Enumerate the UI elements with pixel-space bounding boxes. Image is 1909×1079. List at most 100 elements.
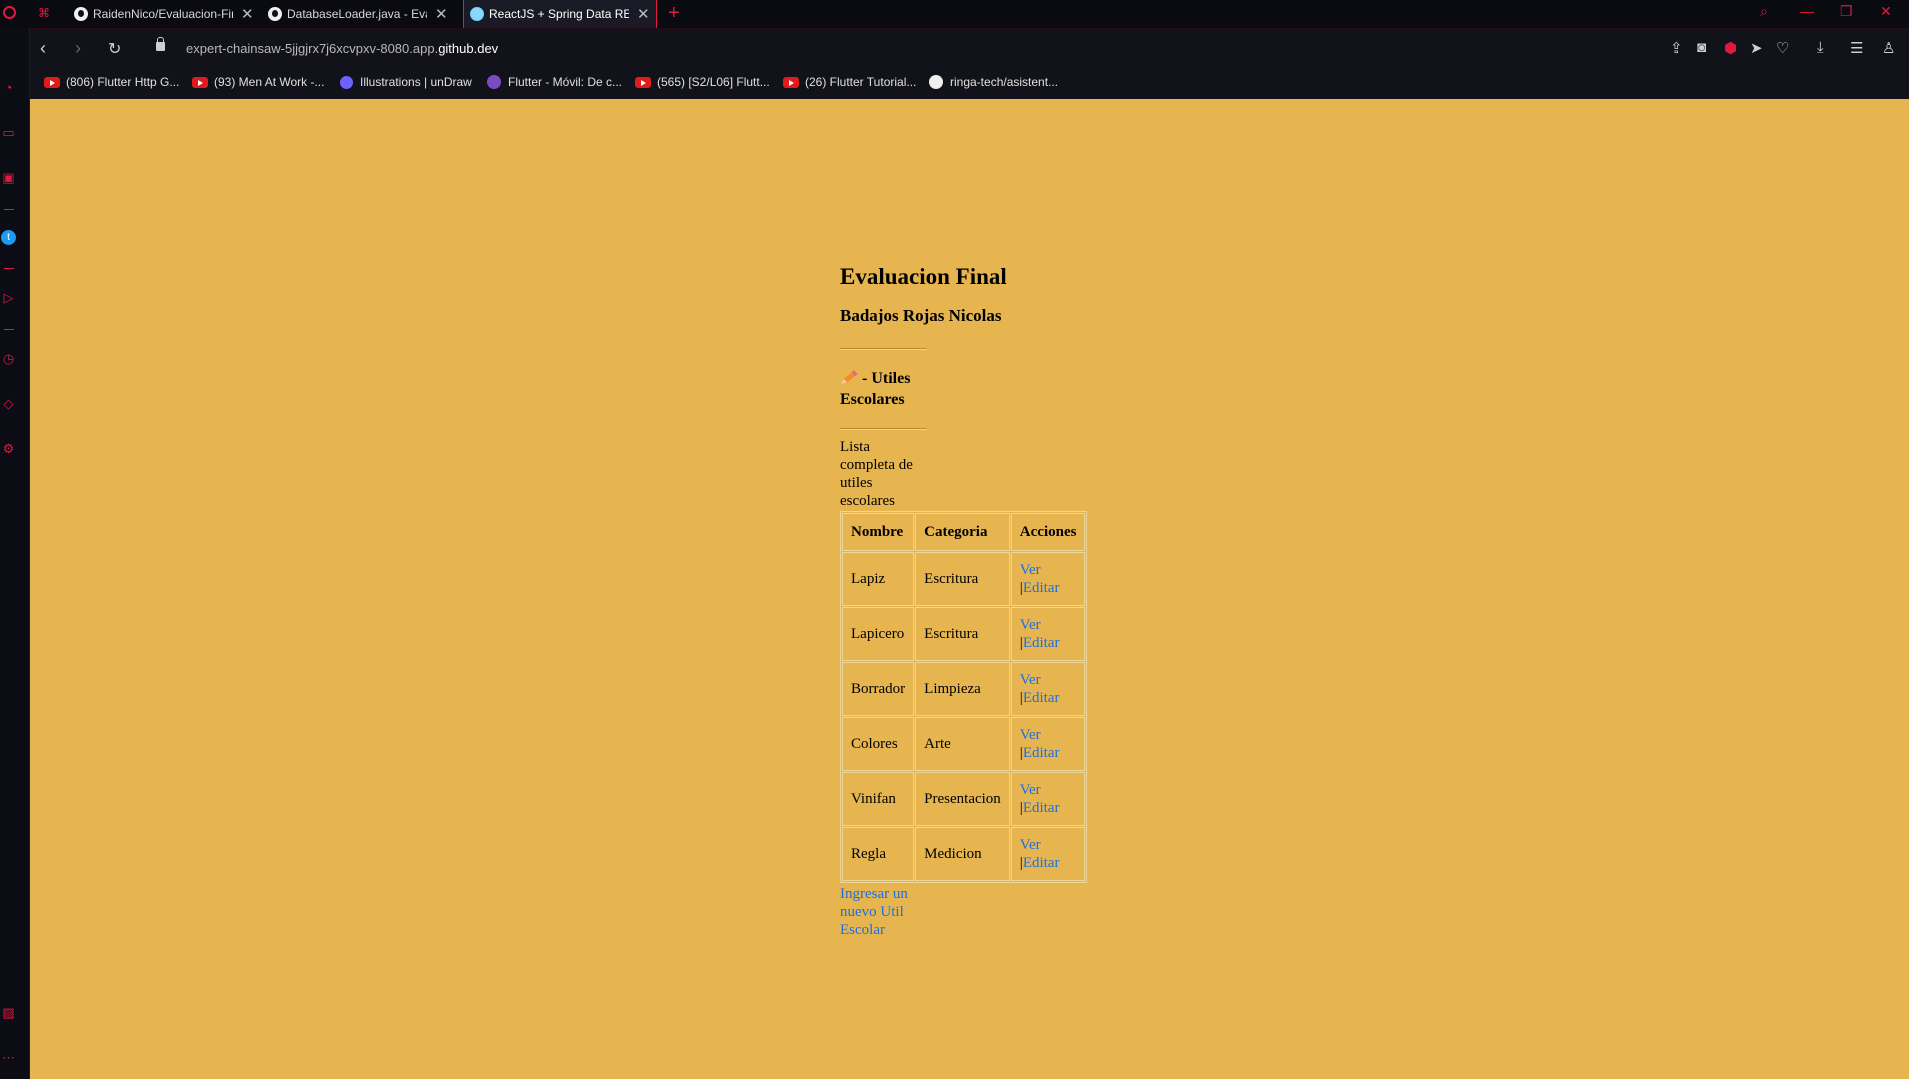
table-row: Colores Arte Ver |Editar [842, 717, 1086, 771]
ver-link[interactable]: Ver [1020, 837, 1041, 853]
tab-database-loader[interactable]: DatabaseLoader.java - Eval ✕ [262, 0, 460, 28]
bookmark-item[interactable]: Illustrations | unDraw [340, 75, 472, 89]
heart-icon[interactable]: ♡ [1776, 39, 1789, 57]
divider [840, 348, 926, 350]
tab-react-spring[interactable]: ReactJS + Spring Data REST ✕ [463, 0, 657, 28]
bookmark-item[interactable]: Flutter - Móvil: De c... [487, 75, 622, 89]
editar-link[interactable]: Editar [1023, 745, 1060, 761]
undraw-icon [340, 75, 353, 89]
page-title: Evaluacion Final [840, 264, 1007, 289]
profile-icon[interactable]: ♙ [1882, 39, 1895, 57]
ver-link[interactable]: Ver [1020, 727, 1041, 743]
lock-icon [156, 37, 165, 51]
bookmark-label: (93) Men At Work -... [214, 75, 325, 89]
gamepad-icon[interactable]: ⌘ [38, 6, 50, 20]
divider [840, 428, 926, 430]
table-body: Lapiz Escritura Ver |Editar Lapicero Escritur… [842, 552, 1086, 881]
add-util-link[interactable]: Ingresar un nuevo Util Escolar [840, 885, 920, 939]
forward-icon[interactable]: › [75, 38, 81, 59]
search-tabs-icon[interactable]: ⌕ [1760, 3, 1768, 20]
cell-acciones: Ver |Editar [1010, 552, 1086, 606]
cell-categoria: Limpieza [915, 662, 1010, 716]
bookmark-label: (806) Flutter Http G... [66, 75, 180, 89]
new-tab-button[interactable]: + [668, 2, 680, 25]
cell-nombre: Lapiz [842, 552, 915, 606]
youtube-icon [192, 76, 208, 88]
cell-nombre: Lapicero [842, 607, 915, 661]
opera-logo-icon[interactable] [3, 6, 16, 19]
close-icon[interactable]: ✕ [435, 5, 448, 23]
sidebar-separator [4, 268, 14, 269]
send-icon[interactable]: ➤ [1750, 39, 1763, 57]
cell-nombre: Borrador [842, 662, 915, 716]
editar-link[interactable]: Editar [1023, 855, 1060, 871]
restore-icon[interactable]: ❐ [1840, 3, 1853, 20]
address-bar: ‹ › ↻ expert-chainsaw-5jjgjrx7j6xcvpxv-8… [30, 29, 1909, 69]
wallpaper-icon[interactable]: ▨ [1, 1005, 16, 1020]
extensions-icon[interactable]: ◇ [1, 396, 16, 411]
share-icon[interactable]: ⇪ [1670, 39, 1683, 57]
cell-categoria: Presentacion [915, 772, 1010, 826]
close-window-icon[interactable]: ✕ [1880, 3, 1892, 20]
description: Lista completa de utiles escolares [840, 439, 913, 509]
cell-categoria: Medicion [915, 827, 1010, 881]
adblock-shield-icon[interactable]: ⬢ [1724, 39, 1737, 57]
editar-link[interactable]: Editar [1023, 800, 1060, 816]
bag-icon[interactable]: ▭ [1, 125, 16, 140]
back-icon[interactable]: ‹ [40, 38, 46, 59]
bookmark-label: Illustrations | unDraw [360, 75, 472, 89]
bookmark-label: (26) Flutter Tutorial... [805, 75, 917, 89]
bookmark-item[interactable]: (26) Flutter Tutorial... [783, 75, 916, 89]
player-icon[interactable]: ▷ [1, 290, 16, 305]
github-icon [268, 7, 282, 21]
table-row: Regla Medicion Ver |Editar [842, 827, 1086, 881]
bookmark-label: ringa-tech/asistent... [950, 75, 1059, 89]
reload-icon[interactable]: ↻ [108, 39, 121, 59]
utiles-table: Nombre Categoria Acciones Lapiz Escritura… [840, 511, 1088, 883]
close-icon[interactable]: ✕ [241, 5, 254, 23]
bookmark-item[interactable]: ringa-tech/asistent... [929, 75, 1058, 89]
bookmark-label: Flutter - Móvil: De c... [508, 75, 623, 89]
editar-link[interactable]: Editar [1023, 580, 1060, 596]
cell-nombre: Colores [842, 717, 915, 771]
tab-title: RaidenNico/Evaluacion-Fin [93, 7, 233, 21]
pencil-icon [841, 370, 858, 384]
cell-categoria: Escritura [915, 552, 1010, 606]
more-icon[interactable]: ⋯ [1, 1050, 16, 1065]
settings-icon[interactable]: ⚙ [1, 441, 16, 456]
editar-link[interactable]: Editar [1023, 635, 1060, 651]
url-field[interactable]: expert-chainsaw-5jjgjrx7j6xcvpxv-8080.ap… [186, 41, 498, 56]
camera-icon[interactable]: ◙ [1697, 39, 1706, 56]
main-content: Evaluacion Final Badajos Rojas Nicolas -… [840, 264, 1088, 939]
close-icon[interactable]: ✕ [637, 5, 650, 23]
bookmark-item[interactable]: (565) [S2/L06] Flutt... [635, 75, 770, 89]
history-icon[interactable]: ◷ [1, 351, 16, 366]
column-header-nombre: Nombre [842, 513, 915, 551]
sidebar-separator [4, 329, 14, 330]
bookmarks-bar: (806) Flutter Http G... (93) Men At Work… [30, 69, 1909, 99]
easy-setup-icon[interactable]: ☰ [1850, 39, 1863, 57]
table-row: Lapicero Escritura Ver |Editar [842, 607, 1086, 661]
ai-icon[interactable]: ▣ [1, 170, 16, 185]
cell-categoria: Escritura [915, 607, 1010, 661]
tab-evaluacion[interactable]: RaidenNico/Evaluacion-Fin ✕ [68, 0, 260, 28]
cell-acciones: Ver |Editar [1010, 717, 1086, 771]
cell-nombre: Regla [842, 827, 915, 881]
youtube-icon [44, 76, 60, 88]
youtube-icon [783, 76, 799, 88]
bookmark-item[interactable]: (93) Men At Work -... [192, 75, 324, 89]
ver-link[interactable]: Ver [1020, 562, 1041, 578]
flutter-course-icon [487, 75, 501, 89]
ver-link[interactable]: Ver [1020, 782, 1041, 798]
bookmark-item[interactable]: (806) Flutter Http G... [44, 75, 179, 89]
editar-link[interactable]: Editar [1023, 690, 1060, 706]
download-icon[interactable]: ⤓ [1817, 39, 1824, 56]
twitter-icon[interactable]: t [1, 230, 16, 245]
ver-link[interactable]: Ver [1020, 672, 1041, 688]
sidebar: ◔ ▭ ▣ t ▷ ◷ ◇ ⚙ ▨ ⋯ [0, 28, 30, 1079]
bookmark-label: (565) [S2/L06] Flutt... [657, 75, 770, 89]
minimize-icon[interactable]: — [1800, 3, 1814, 19]
section-title: - Utiles Escolares [840, 368, 930, 410]
speed-dial-icon[interactable]: ◔ [1, 80, 16, 95]
ver-link[interactable]: Ver [1020, 617, 1041, 633]
